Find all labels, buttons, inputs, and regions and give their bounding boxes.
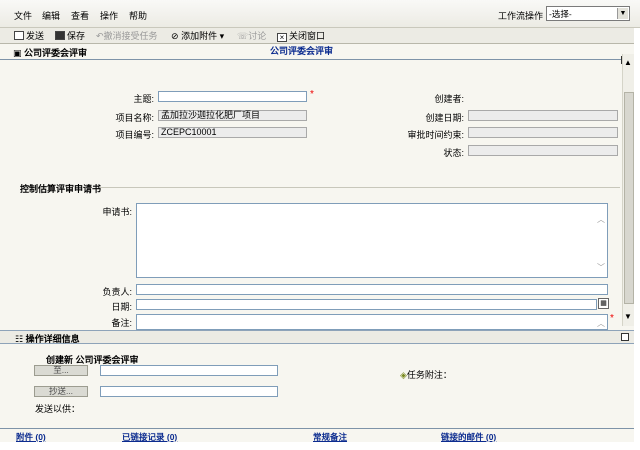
created-date-field xyxy=(468,110,618,121)
menu-bar: 文件 编辑 查看 操作 帮助 工作流操作 -选择- ▼ xyxy=(0,0,640,28)
save-icon xyxy=(55,31,65,40)
project-name-field: 孟加拉沙迦拉化肥厂项目 xyxy=(158,110,307,121)
detail-body: 创建新 公司评委会评审 至... 抄送... 发送以供： ◈任务附注： xyxy=(0,344,634,424)
application-label: 申请书: xyxy=(102,207,132,217)
scroll-up-icon[interactable]: ▲ xyxy=(624,58,632,67)
form-icon: ▣ xyxy=(13,48,22,58)
to-input[interactable] xyxy=(100,365,278,376)
workflow-select-value: -选择- xyxy=(549,9,572,19)
calendar-icon[interactable]: ▦ xyxy=(598,298,609,309)
window-right-edge xyxy=(634,28,640,450)
cc-button[interactable]: 抄送... xyxy=(34,386,88,397)
application-textarea[interactable]: ︿ ﹀ xyxy=(136,203,608,278)
required-marker: * xyxy=(310,89,314,100)
task-icon: ☷ xyxy=(15,334,24,344)
project-name-label: 项目名称: xyxy=(115,113,154,123)
remark-label: 备注: xyxy=(111,318,132,328)
send-for-label: 发送以供： xyxy=(35,404,81,414)
cc-input[interactable] xyxy=(100,386,278,397)
scroll-up-icon[interactable]: ︿ xyxy=(597,318,605,329)
form-header: ▣ 公司评委会评审 公司评委会评审 xyxy=(0,44,622,60)
maximize-icon[interactable] xyxy=(621,333,629,341)
chevron-down-icon: ▾ xyxy=(219,31,225,41)
section-title: 控制估算评审申请书 xyxy=(20,184,102,194)
date-label: 日期: xyxy=(111,302,132,312)
menu-file[interactable]: 文件 xyxy=(14,9,32,22)
save-button[interactable]: 保存 xyxy=(55,30,85,42)
required-marker: * xyxy=(610,313,614,324)
scrollbar-thumb[interactable] xyxy=(624,92,634,304)
approval-deadline-label: 审批时间约束: xyxy=(407,130,464,140)
created-date-label: 创建日期: xyxy=(425,113,464,123)
project-code-field: ZCEPC10001 xyxy=(158,127,307,138)
section-divider xyxy=(100,187,620,188)
scroll-up-icon[interactable]: ︿ xyxy=(597,214,605,225)
status-field xyxy=(468,145,618,156)
form-scrollbar[interactable]: ▲ ▼ xyxy=(622,54,634,326)
menu-view[interactable]: 查看 xyxy=(71,9,89,22)
menu-action[interactable]: 操作 xyxy=(100,9,118,22)
remark-textarea[interactable]: ︿ xyxy=(136,314,608,330)
workflow-label: 工作流操作 xyxy=(498,11,544,21)
project-code-label: 项目编号: xyxy=(115,130,154,140)
detail-header: ☷ 操作详细信息 xyxy=(0,330,634,344)
scroll-down-icon[interactable]: ﹀ xyxy=(597,262,605,273)
add-attachment-button[interactable]: ⊘ 添加附件 ▾ xyxy=(171,30,224,42)
to-button[interactable]: 至... xyxy=(34,365,88,376)
approval-deadline-field xyxy=(468,127,618,138)
menu-help[interactable]: 帮助 xyxy=(129,9,147,22)
chevron-down-icon: ▼ xyxy=(617,8,628,19)
bottom-link-bar: 附件 (0) 已链接记录 (0) 常规备注 链接的邮件 (0) xyxy=(0,428,634,442)
date-input[interactable] xyxy=(136,299,597,310)
send-button[interactable]: 发送 xyxy=(14,30,44,42)
cancel-accept-button[interactable]: ↶撤消接受任务 xyxy=(96,30,158,42)
scroll-down-icon[interactable]: ▼ xyxy=(624,312,632,321)
status-label: 状态: xyxy=(443,148,464,158)
undo-icon: ↶ xyxy=(96,31,104,41)
owner-label: 负责人: xyxy=(102,287,132,297)
discuss-button[interactable]: ☏讨论 xyxy=(237,30,266,42)
owner-input[interactable] xyxy=(136,284,608,295)
task-note-label: ◈任务附注： xyxy=(400,370,452,380)
paperclip-icon: ⊘ xyxy=(171,31,179,41)
discuss-icon: ☏ xyxy=(237,31,249,41)
workflow-select[interactable]: -选择- ▼ xyxy=(546,6,630,21)
subject-label: 主题: xyxy=(133,94,154,104)
subject-input[interactable] xyxy=(158,91,307,102)
window-bottom-edge xyxy=(0,442,640,450)
toolbar: 发送 保存 ↶撤消接受任务 ⊘ 添加附件 ▾ ☏讨论 × 关闭窗口 xyxy=(0,28,640,44)
form-tab[interactable]: ▣ 公司评委会评审 xyxy=(13,46,87,59)
close-window-button[interactable]: × 关闭窗口 xyxy=(277,30,325,42)
note-icon: ◈ xyxy=(400,370,407,380)
close-icon: × xyxy=(277,33,287,42)
menu-edit[interactable]: 编辑 xyxy=(42,9,60,22)
form-title: 公司评委会评审 xyxy=(270,46,334,56)
send-icon xyxy=(14,31,24,40)
creator-label: 创建者: xyxy=(434,94,464,104)
